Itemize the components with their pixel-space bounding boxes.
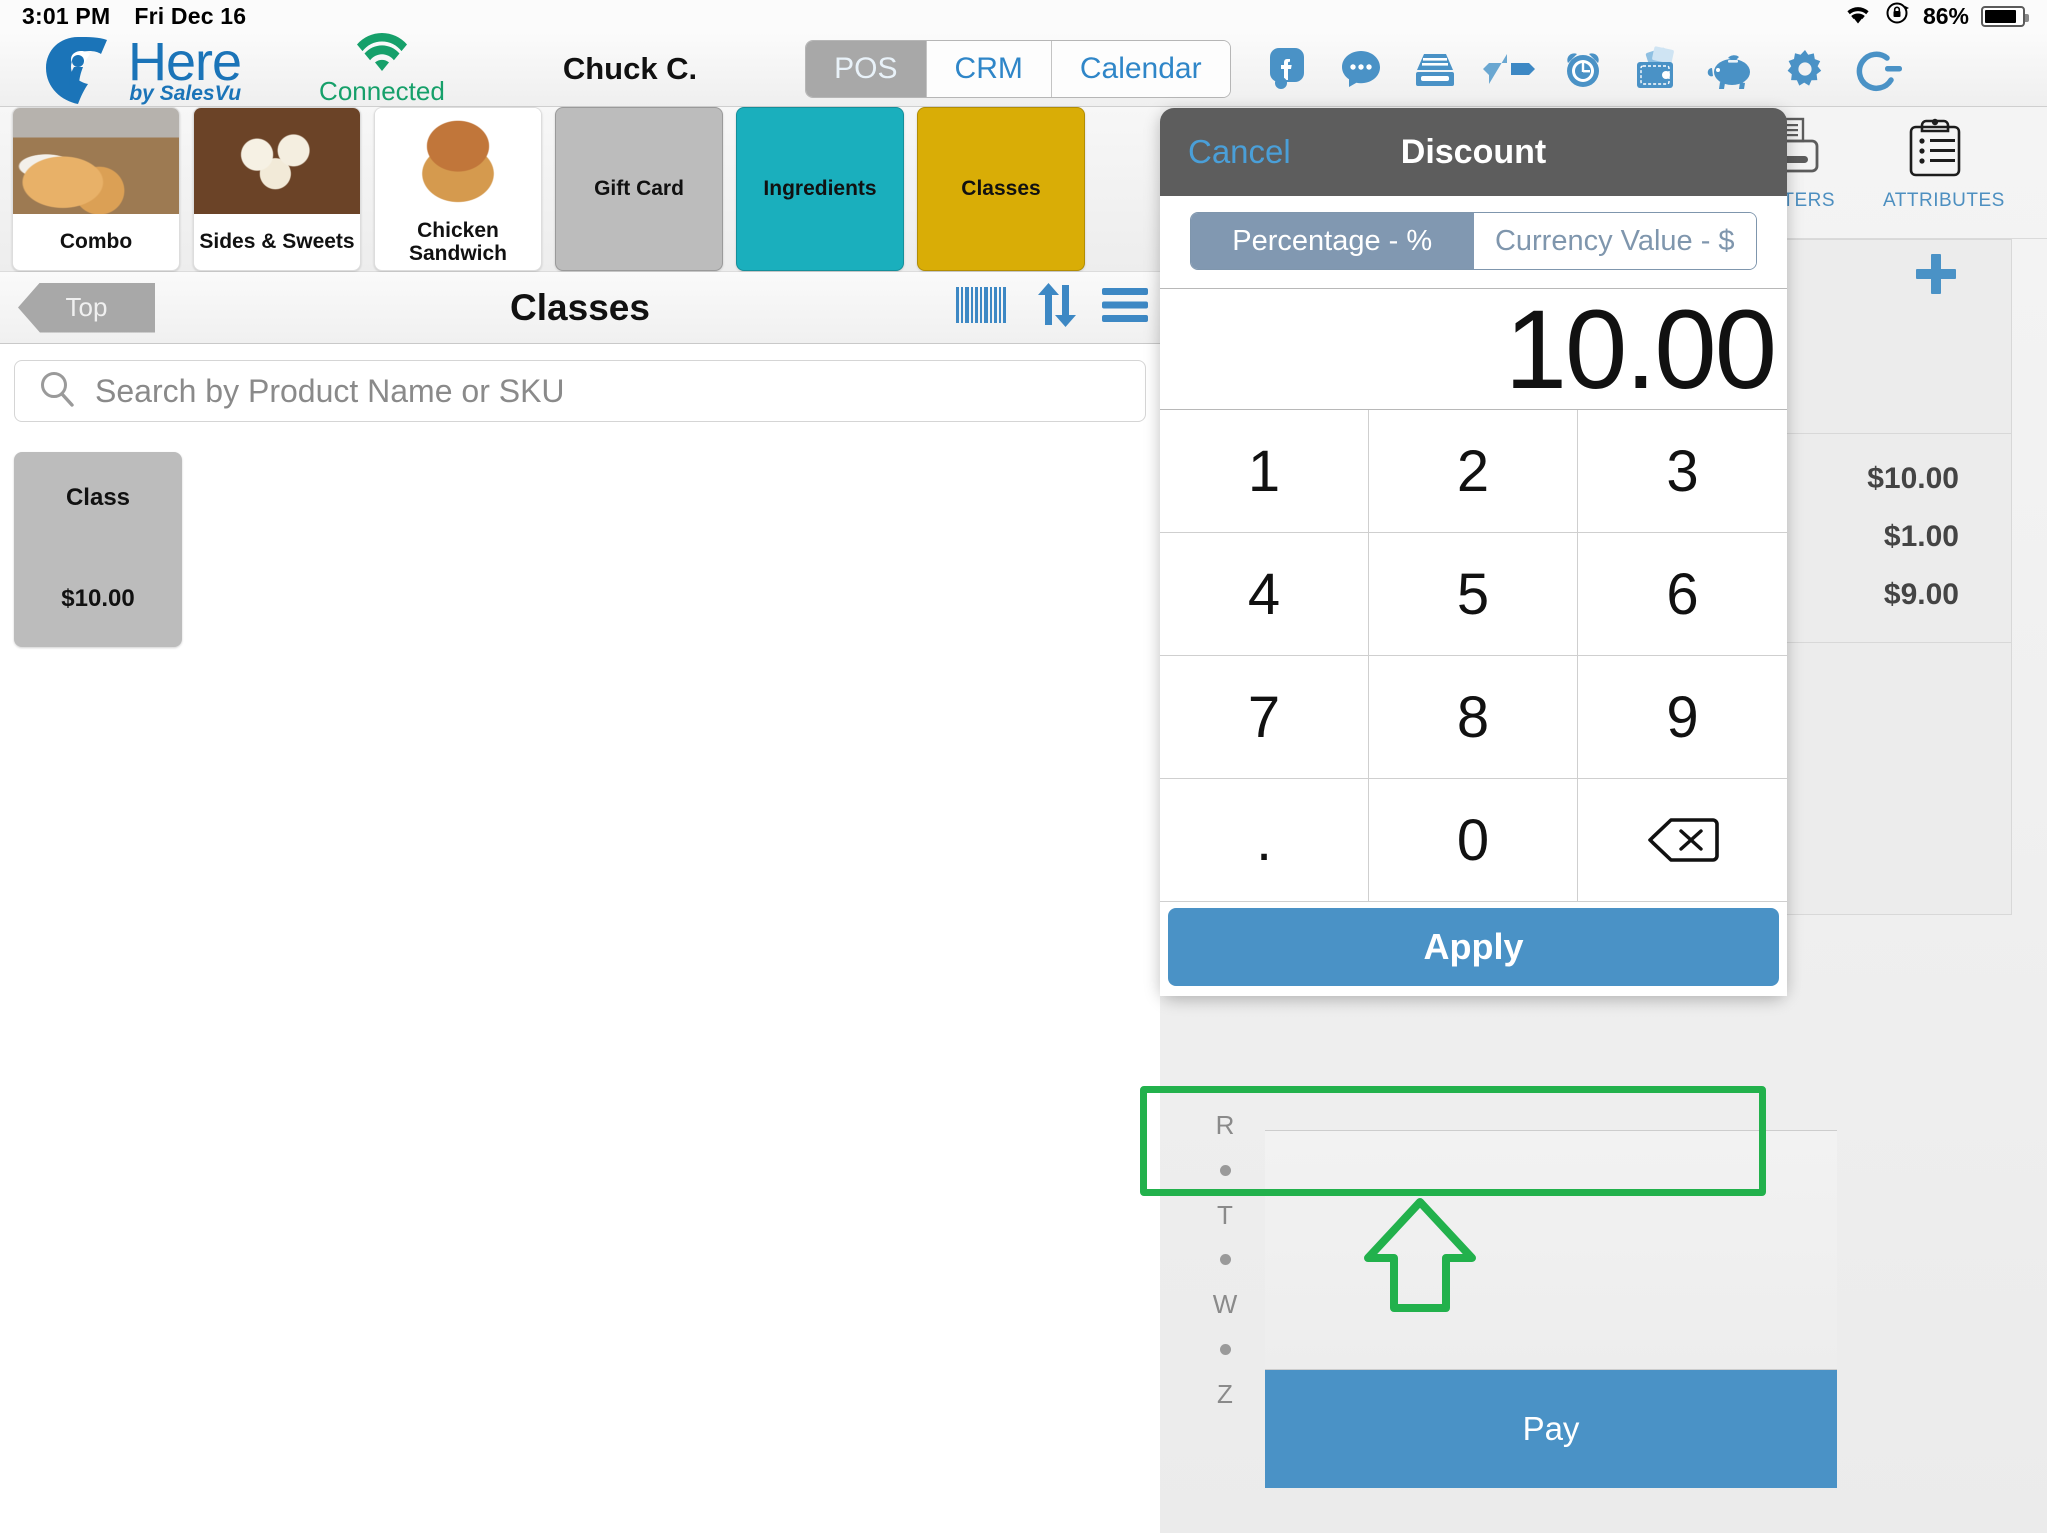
pay-button[interactable]: Pay — [1265, 1370, 1837, 1488]
battery-icon — [1981, 5, 2029, 27]
plus-icon[interactable] — [1913, 251, 1959, 302]
mode-currency[interactable]: Currency Value - $ — [1473, 213, 1756, 269]
here-logo-icon — [34, 31, 122, 107]
page-title: Classes — [510, 286, 650, 328]
alpha-item-r[interactable]: R — [1216, 1110, 1235, 1141]
transfer-icon[interactable] — [1482, 43, 1535, 95]
total-value: $1.00 — [1883, 520, 1959, 553]
cash-register-icon[interactable] — [1409, 43, 1461, 95]
category-label: Ingredients — [763, 177, 877, 200]
apply-button-wrap: Apply — [1160, 902, 1787, 996]
pos-app-screen: 3:01 PM Fri Dec 16 86% Here by SalesVu C… — [0, 0, 2047, 1533]
key-decimal[interactable]: . — [1160, 779, 1369, 902]
key-0[interactable]: 0 — [1369, 779, 1578, 902]
category-tile-chicken-sandwich[interactable]: Chicken Sandwich — [374, 107, 542, 271]
wallet-icon[interactable] — [1631, 43, 1683, 95]
logo-wordmark: Here by SalesVu — [128, 35, 242, 105]
discount-mode-switch-wrap: Percentage - % Currency Value - $ — [1160, 196, 1787, 288]
power-icon[interactable] — [1853, 43, 1905, 95]
clipboard-icon — [1902, 118, 1968, 187]
app-header: Here by SalesVu Connected Chuck C. POS C… — [0, 32, 2047, 107]
category-tile-ingredients[interactable]: Ingredients — [736, 107, 904, 271]
key-7[interactable]: 7 — [1160, 656, 1369, 779]
arrow-up-icon — [1360, 1196, 1480, 1321]
status-date: Fri Dec 16 — [134, 2, 247, 29]
category-tile-combo[interactable]: Combo — [12, 107, 180, 271]
numeric-keypad: 1 2 3 4 5 6 7 8 9 . 0 — [1160, 410, 1787, 902]
combo-image — [13, 108, 179, 214]
discount-modal: Cancel Discount Percentage - % Currency … — [1160, 108, 1787, 996]
backspace-icon[interactable] — [1578, 779, 1787, 902]
tab-crm[interactable]: CRM — [926, 41, 1052, 97]
search-area — [0, 360, 1160, 422]
battery-percent: 86% — [1922, 2, 1969, 29]
connection-status: Connected — [319, 31, 445, 107]
category-label: Chicken Sandwich — [408, 218, 508, 265]
status-right-cluster: 86% — [1843, 0, 2029, 32]
alpha-dot[interactable] — [1219, 1164, 1231, 1176]
rotation-lock-icon — [1885, 0, 1911, 32]
category-tile-classes[interactable]: Classes — [917, 107, 1085, 271]
key-1[interactable]: 1 — [1160, 410, 1369, 533]
key-2[interactable]: 2 — [1369, 410, 1578, 533]
wifi-icon — [1843, 2, 1873, 31]
logo-tagline: by SalesVu — [129, 81, 242, 105]
status-time: 3:01 PM — [22, 2, 111, 29]
attributes-label: ATTRIBUTES — [1883, 190, 2005, 211]
product-price: $10.00 — [61, 585, 135, 612]
category-label: Sides & Sweets — [199, 230, 355, 254]
breadcrumb-bar: Top Classes — [0, 272, 1160, 344]
key-9[interactable]: 9 — [1578, 656, 1787, 779]
discount-modal-header: Cancel Discount — [1160, 108, 1787, 196]
chat-icon[interactable] — [1335, 43, 1387, 95]
current-user-label: Chuck C. — [562, 51, 698, 86]
sides-sweets-image — [194, 108, 360, 214]
key-8[interactable]: 8 — [1369, 656, 1578, 779]
product-tile-class[interactable]: Class $10.00 — [14, 452, 182, 647]
key-3[interactable]: 3 — [1578, 410, 1787, 533]
product-name: Class — [65, 484, 131, 511]
tab-calendar[interactable]: Calendar — [1051, 41, 1230, 97]
search-input[interactable] — [95, 372, 1123, 410]
cart-summary-footer — [1265, 1130, 1837, 1370]
alpha-item-t[interactable]: T — [1217, 1200, 1233, 1231]
discount-mode-switch: Percentage - % Currency Value - $ — [1190, 212, 1757, 270]
discount-modal-body: Percentage - % Currency Value - $ 10.00 … — [1160, 196, 1787, 996]
alpha-item-z[interactable]: Z — [1217, 1379, 1233, 1410]
key-5[interactable]: 5 — [1369, 533, 1578, 656]
category-label: Combo — [59, 230, 133, 254]
app-logo: Here by SalesVu — [34, 31, 242, 107]
discount-amount-display: 10.00 — [1160, 287, 1787, 412]
attributes-button[interactable]: ATTRIBUTES — [1883, 117, 2005, 212]
apply-button[interactable]: Apply — [1168, 908, 1779, 986]
alpha-dot[interactable] — [1219, 1254, 1231, 1266]
category-label: Classes — [961, 177, 1041, 200]
alphabet-index[interactable]: R T W Z — [1195, 1110, 1255, 1410]
category-tile-sides-sweets[interactable]: Sides & Sweets — [193, 107, 361, 271]
key-6[interactable]: 6 — [1578, 533, 1787, 656]
header-icon-bar — [1261, 43, 1905, 95]
discount-modal-title: Discount — [1400, 132, 1547, 171]
key-4[interactable]: 4 — [1160, 533, 1369, 656]
connection-status-label: Connected — [319, 76, 445, 106]
search-icon — [37, 369, 77, 414]
gear-icon[interactable] — [1779, 43, 1831, 95]
facebook-icon[interactable] — [1261, 43, 1313, 95]
main-tabs: POS CRM Calendar — [805, 40, 1231, 98]
tab-pos[interactable]: POS — [806, 41, 927, 97]
piggy-bank-icon[interactable] — [1705, 43, 1757, 95]
search-box[interactable] — [14, 360, 1146, 422]
chicken-sandwich-image — [375, 108, 541, 214]
category-label: Gift Card — [594, 177, 684, 200]
category-strip: Combo Sides & Sweets Chicken Sandwich Gi… — [0, 107, 1160, 272]
alarm-clock-icon[interactable] — [1557, 43, 1609, 95]
alpha-dot[interactable] — [1219, 1344, 1231, 1356]
total-value: $10.00 — [1867, 462, 1959, 495]
mode-percentage[interactable]: Percentage - % — [1191, 213, 1474, 269]
ios-status-bar: 3:01 PM Fri Dec 16 86% — [0, 0, 2047, 32]
total-value: $9.00 — [1883, 578, 1959, 611]
alpha-item-w[interactable]: W — [1213, 1289, 1238, 1320]
product-grid: Class $10.00 — [14, 452, 1154, 647]
category-tile-gift-card[interactable]: Gift Card — [555, 107, 723, 271]
